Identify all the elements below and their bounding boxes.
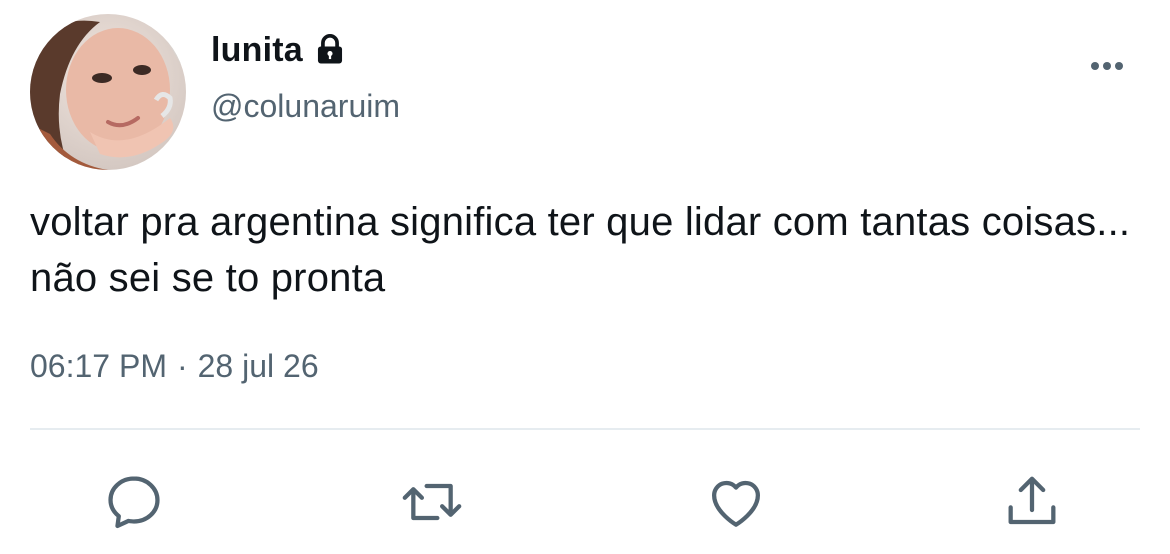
lock-icon	[313, 32, 347, 68]
reply-icon	[108, 476, 160, 529]
share-button[interactable]	[1000, 470, 1064, 534]
author-row: lunita	[211, 26, 347, 74]
retweet-icon	[402, 483, 462, 521]
like-icon	[711, 480, 761, 527]
meta-separator: ·	[176, 348, 188, 384]
retweet-button[interactable]	[400, 470, 464, 534]
more-options-button[interactable]	[1082, 52, 1132, 80]
tweet-timestamp[interactable]: 06:17 PM · 28 jul 26	[30, 348, 319, 385]
reply-button[interactable]	[102, 470, 166, 534]
tweet-text: voltar pra argentina significa ter que l…	[30, 200, 1131, 300]
share-icon	[1008, 476, 1056, 525]
profile-photo	[30, 14, 186, 170]
like-button[interactable]	[704, 470, 768, 534]
author-handle[interactable]: @colunaruim	[211, 88, 400, 125]
divider	[30, 428, 1140, 430]
avatar[interactable]	[30, 14, 186, 170]
tweet-time: 06:17 PM	[30, 348, 167, 384]
more-options-icon	[1091, 62, 1123, 70]
display-name[interactable]: lunita	[211, 31, 303, 70]
tweet-date: 28 jul 26	[197, 348, 319, 384]
